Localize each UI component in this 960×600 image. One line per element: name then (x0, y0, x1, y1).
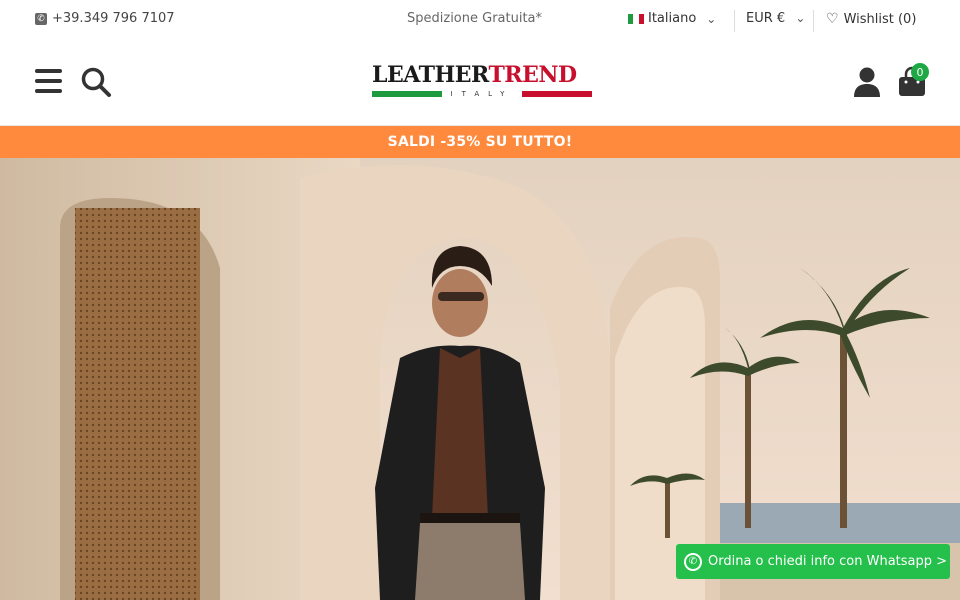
whatsapp-button[interactable]: ✆ Ordina o chiedi info con Whatsapp > (676, 544, 950, 579)
language-selector[interactable]: Italiano ⌄ (628, 11, 716, 26)
user-icon[interactable] (852, 66, 882, 98)
free-shipping-text: Spedizione Gratuita* (407, 11, 543, 26)
divider (734, 10, 735, 32)
phone-link[interactable]: ✆ +39.349 796 7107 (35, 11, 175, 26)
whatsapp-label: Ordina o chiedi info con Whatsapp > (708, 554, 948, 569)
promo-banner[interactable]: SALDI -35% SU TUTTO! (0, 126, 960, 158)
whatsapp-icon: ✆ (684, 552, 702, 571)
hamburger-menu-icon[interactable] (35, 69, 62, 93)
chevron-down-icon: ⌄ (706, 11, 717, 26)
italy-flag-icon (628, 13, 644, 24)
wishlist-link[interactable]: ♡ Wishlist (0) (826, 11, 916, 27)
cart-count-badge: 0 (911, 63, 929, 81)
phone-icon: ✆ (35, 12, 47, 25)
logo-subtitle: ITALY (442, 90, 522, 98)
phone-number: +39.349 796 7107 (52, 11, 175, 26)
logo-wordmark: LEATHERTREND (372, 62, 577, 88)
top-bar: ✆ +39.349 796 7107 Spedizione Gratuita* … (0, 0, 960, 40)
chevron-down-icon: ⌄ (795, 11, 806, 25)
hero-illustration (0, 158, 960, 600)
currency-selector[interactable]: EUR € ⌄ (746, 11, 805, 26)
language-label: Italiano (648, 11, 697, 26)
heart-icon: ♡ (826, 11, 839, 27)
currency-label: EUR € (746, 11, 786, 26)
logo-flag-bar: ITALY (372, 90, 592, 98)
main-header: LEATHERTREND ITALY 0 (0, 40, 960, 126)
search-icon[interactable] (80, 66, 112, 98)
wishlist-label: Wishlist (0) (843, 11, 917, 27)
hero-image[interactable] (0, 158, 960, 600)
site-logo[interactable]: LEATHERTREND ITALY (372, 62, 592, 104)
divider (813, 10, 814, 32)
